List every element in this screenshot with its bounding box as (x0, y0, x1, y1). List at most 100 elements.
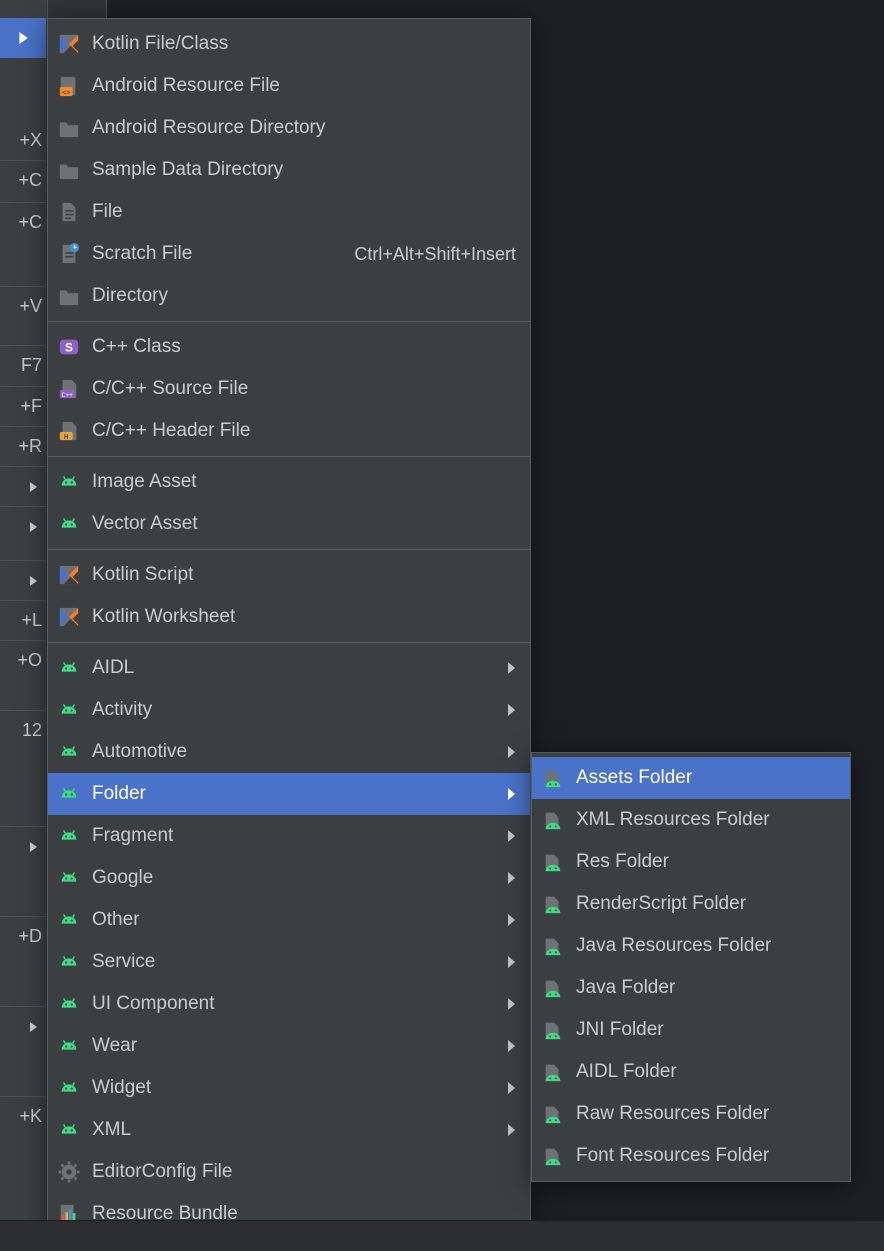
shortcut-fragment: +O (17, 650, 42, 671)
menu-item-folder[interactable]: Folder (48, 773, 530, 815)
parent-menu-hint[interactable]: +F (0, 386, 46, 426)
menu-item-vector-asset[interactable]: Vector Asset (48, 503, 530, 545)
svg-text:<>: <> (62, 87, 71, 96)
submenu-arrow-icon (506, 704, 516, 716)
parent-menu-hint[interactable] (0, 826, 46, 866)
menu-item-label: Activity (92, 699, 152, 721)
android-icon (58, 993, 80, 1015)
submenu-arrow-icon (506, 998, 516, 1010)
menu-item-image-asset[interactable]: Image Asset (48, 461, 530, 503)
menu-item-kotlin-file-class[interactable]: Kotlin File/Class (48, 23, 530, 65)
parent-menu-hint[interactable] (0, 560, 46, 600)
menu-item-ui-component[interactable]: UI Component (48, 983, 530, 1025)
menu-item-aidl[interactable]: AIDL (48, 647, 530, 689)
submenu-arrow-icon (506, 956, 516, 968)
menu-item-label: Image Asset (92, 471, 197, 493)
menu-item-sample-data-directory[interactable]: Sample Data Directory (48, 149, 530, 191)
menu-item-shortcut: Ctrl+Alt+Shift+Insert (354, 244, 516, 265)
menu-item-editorconfig-file[interactable]: EditorConfig File (48, 1151, 530, 1193)
menu-item-label: C/C++ Header File (92, 420, 250, 442)
menu-item-xml[interactable]: XML (48, 1109, 530, 1151)
android-icon (58, 867, 80, 889)
menu-item-kotlin-worksheet[interactable]: Kotlin Worksheet (48, 596, 530, 638)
parent-menu-hint[interactable] (0, 1006, 46, 1046)
android-icon (58, 951, 80, 973)
menu-separator (48, 549, 530, 550)
menu-item-file[interactable]: File (48, 191, 530, 233)
shortcut-fragment: +X (19, 130, 42, 151)
folder-icon (58, 285, 80, 307)
folder-icon (58, 117, 80, 139)
parent-menu-hint[interactable]: +X (0, 120, 46, 160)
submenu-item-java-folder[interactable]: Java Folder (532, 967, 850, 1009)
parent-menu-hint[interactable]: +D (0, 916, 46, 956)
menu-item-label: Directory (92, 285, 168, 307)
submenu-item-label: XML Resources Folder (576, 809, 770, 831)
menu-item-activity[interactable]: Activity (48, 689, 530, 731)
submenu-item-raw-resources-folder[interactable]: Raw Resources Folder (532, 1093, 850, 1135)
submenu-arrow-icon (506, 830, 516, 842)
menu-item-automotive[interactable]: Automotive (48, 731, 530, 773)
shortcut-fragment: +R (18, 436, 42, 457)
menu-item-label: Service (92, 951, 155, 973)
svg-text:H: H (64, 432, 68, 441)
menu-item-c-c-source-file[interactable]: C++C/C++ Source File (48, 368, 530, 410)
menu-item-label: Folder (92, 783, 146, 805)
parent-menu-hint[interactable]: +C (0, 160, 46, 200)
menu-item-c-class[interactable]: SC++ Class (48, 326, 530, 368)
kotlin-icon (58, 33, 80, 55)
menu-item-kotlin-script[interactable]: Kotlin Script (48, 554, 530, 596)
android-icon (58, 513, 80, 535)
menu-item-c-c-header-file[interactable]: H C/C++ Header File (48, 410, 530, 452)
parent-menu-new-item[interactable] (0, 18, 46, 58)
menu-item-android-resource-file[interactable]: <>Android Resource File (48, 65, 530, 107)
menu-item-service[interactable]: Service (48, 941, 530, 983)
parent-menu-hint[interactable]: 12 (0, 710, 46, 750)
android-folder-icon (542, 809, 564, 831)
menu-item-label: Scratch File (92, 243, 192, 265)
parent-menu-hint[interactable]: +L (0, 600, 46, 640)
parent-menu-strip: +X +C+C +V F7 +F +R +L +O 12 +D +K (0, 0, 48, 1221)
android-folder-icon (542, 851, 564, 873)
android-folder-icon (542, 1061, 564, 1083)
menu-item-fragment[interactable]: Fragment (48, 815, 530, 857)
parent-menu-hint[interactable]: +V (0, 286, 46, 326)
menu-item-wear[interactable]: Wear (48, 1025, 530, 1067)
parent-menu-hint[interactable]: F7 (0, 345, 46, 385)
menu-item-google[interactable]: Google (48, 857, 530, 899)
android-folder-icon (542, 1019, 564, 1041)
menu-item-other[interactable]: Other (48, 899, 530, 941)
parent-menu-hint[interactable]: +O (0, 640, 46, 680)
menu-item-label: Vector Asset (92, 513, 198, 535)
menu-item-scratch-file[interactable]: Scratch File Ctrl+Alt+Shift+Insert (48, 233, 530, 275)
submenu-arrow-icon (506, 788, 516, 800)
xmlres-icon: <> (58, 75, 80, 97)
menu-item-label: Android Resource Directory (92, 117, 325, 139)
submenu-item-jni-folder[interactable]: JNI Folder (532, 1009, 850, 1051)
android-icon (58, 471, 80, 493)
parent-menu-hint[interactable] (0, 466, 46, 506)
menu-item-directory[interactable]: Directory (48, 275, 530, 317)
submenu-item-font-resources-folder[interactable]: Font Resources Folder (532, 1135, 850, 1177)
menu-item-widget[interactable]: Widget (48, 1067, 530, 1109)
kotlin-icon (58, 564, 80, 586)
submenu-item-aidl-folder[interactable]: AIDL Folder (532, 1051, 850, 1093)
scratch-icon (58, 243, 80, 265)
parent-menu-hint[interactable]: +C (0, 202, 46, 242)
menu-item-android-resource-directory[interactable]: Android Resource Directory (48, 107, 530, 149)
submenu-arrow-icon (506, 914, 516, 926)
menu-item-label: Widget (92, 1077, 151, 1099)
parent-menu-hint[interactable] (0, 506, 46, 546)
submenu-item-assets-folder[interactable]: Assets Folder (532, 757, 850, 799)
parent-menu-hint[interactable]: +R (0, 426, 46, 466)
android-icon (58, 825, 80, 847)
menu-separator (48, 321, 530, 322)
submenu-item-java-resources-folder[interactable]: Java Resources Folder (532, 925, 850, 967)
submenu-item-renderscript-folder[interactable]: RenderScript Folder (532, 883, 850, 925)
submenu-item-label: Font Resources Folder (576, 1145, 769, 1167)
shortcut-fragment: +F (20, 396, 42, 417)
submenu-item-xml-resources-folder[interactable]: XML Resources Folder (532, 799, 850, 841)
submenu-item-res-folder[interactable]: Res Folder (532, 841, 850, 883)
parent-menu-hint[interactable]: +K (0, 1096, 46, 1136)
menu-item-label: Wear (92, 1035, 137, 1057)
